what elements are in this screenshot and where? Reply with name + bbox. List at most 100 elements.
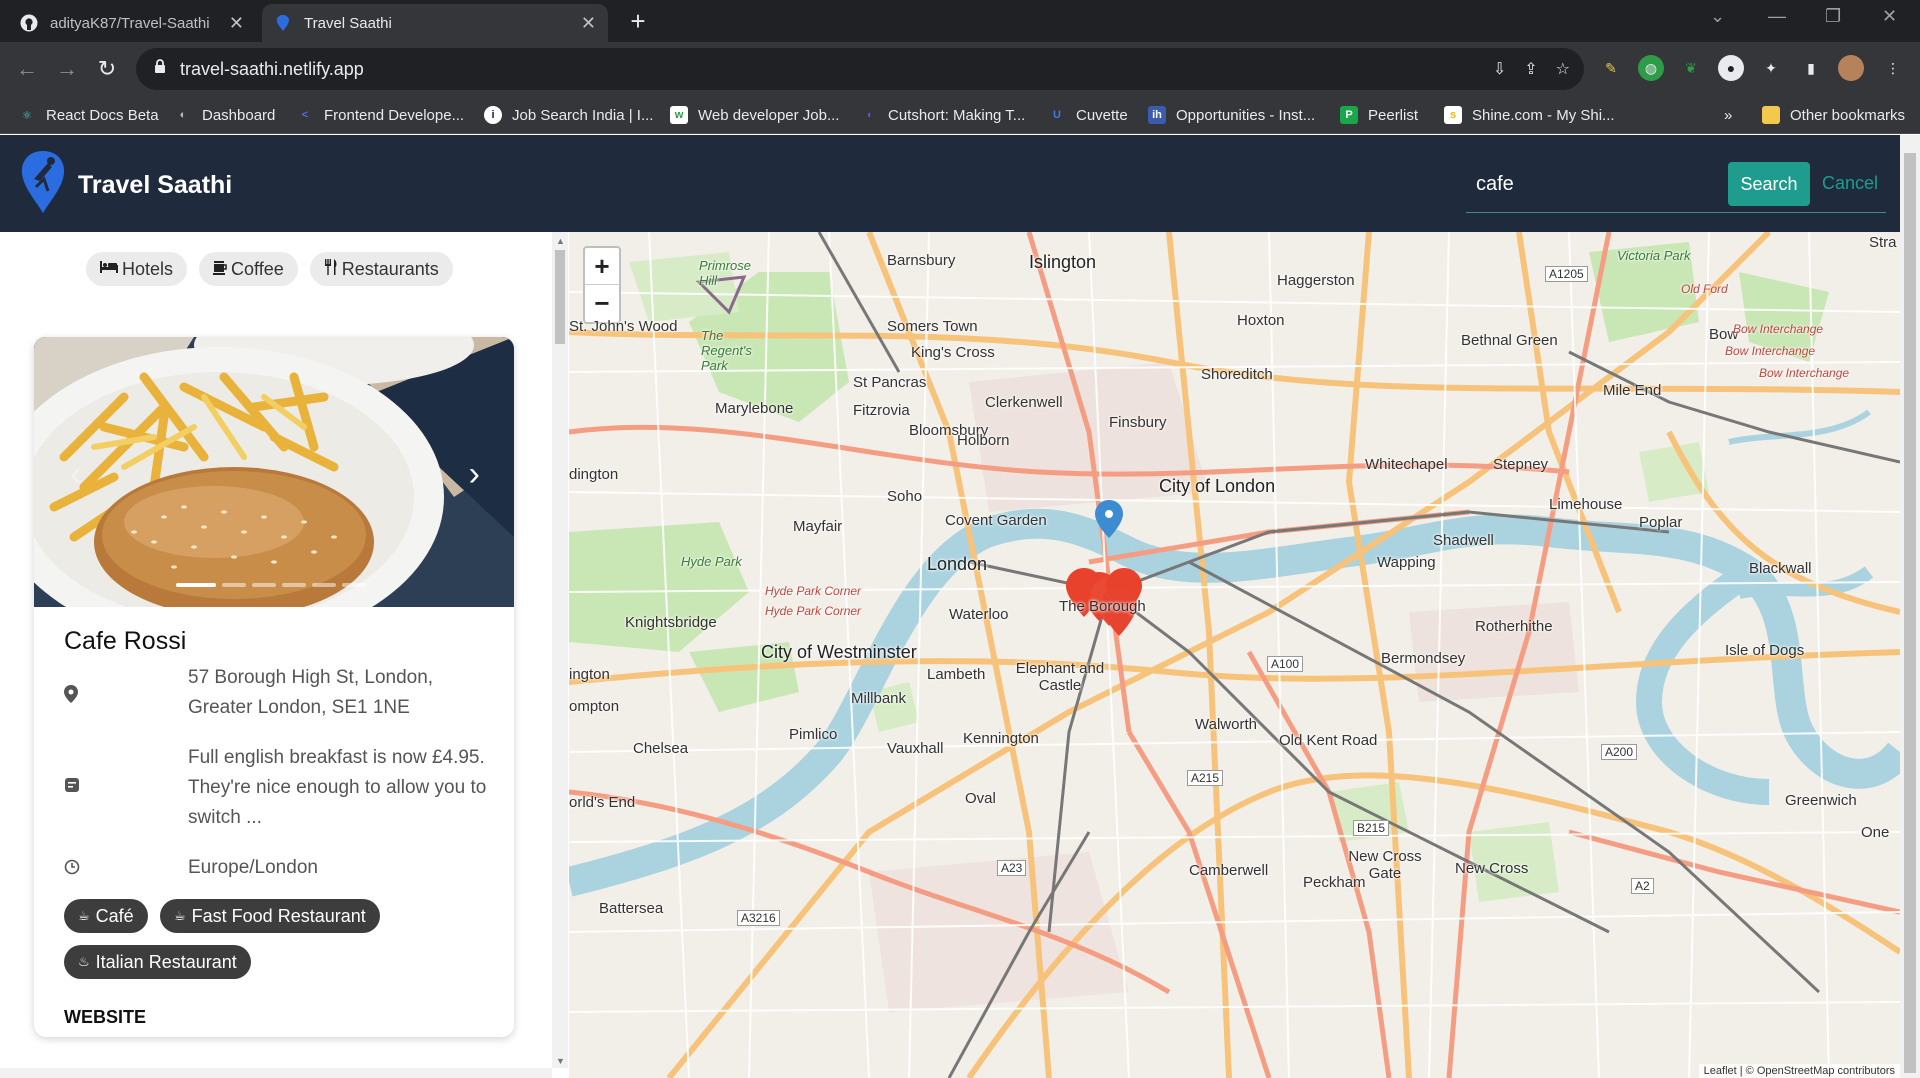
map-label: Lambeth xyxy=(927,666,986,683)
bookmark-item[interactable]: ◐ Dashboard xyxy=(174,102,276,128)
map-view[interactable]: + − Barnsbury Islington Haggerston Primr… xyxy=(569,232,1900,1078)
carousel-dot[interactable] xyxy=(282,583,306,587)
extensions-puzzle-icon[interactable]: ✦ xyxy=(1758,55,1784,81)
restore-icon[interactable]: ❐ xyxy=(1825,6,1841,27)
results-scrollbar[interactable]: ▲ ▼ xyxy=(552,232,568,1068)
road-label: A215 xyxy=(1187,770,1224,786)
back-icon[interactable]: ← xyxy=(12,54,42,84)
scrollbar-thumb[interactable] xyxy=(555,250,565,344)
bookmark-item[interactable]: ih Opportunities - Inst... xyxy=(1148,102,1315,128)
carousel-dot[interactable] xyxy=(342,583,366,587)
other-bookmarks[interactable]: Other bookmarks xyxy=(1762,102,1905,128)
map-label: Millbank xyxy=(851,690,907,707)
install-app-icon[interactable]: ⇩ xyxy=(1493,59,1506,79)
tab-travel-saathi[interactable]: Travel Saathi ✕ xyxy=(262,4,608,42)
bookmark-item[interactable]: ⚛ React Docs Beta xyxy=(18,102,159,128)
cancel-button[interactable]: Cancel xyxy=(1822,173,1878,194)
carousel-dot[interactable] xyxy=(222,583,246,587)
close-tab-icon[interactable]: ✕ xyxy=(581,13,596,34)
profile-avatar[interactable] xyxy=(1838,55,1864,81)
review-row: Full english breakfast is now £4.95. The… xyxy=(64,743,494,835)
map-label: Limehouse xyxy=(1549,496,1623,513)
bookmark-label: Web developer Job... xyxy=(698,106,840,124)
new-tab-button[interactable]: + xyxy=(624,8,652,36)
tag-label: Italian Restaurant xyxy=(95,951,237,972)
bookmark-label: Opportunities - Inst... xyxy=(1176,106,1316,124)
tag-chip[interactable]: ☕ Café xyxy=(64,899,148,933)
chip-hotels[interactable]: Hotels xyxy=(86,252,188,286)
place-photo: ‹ › xyxy=(34,337,514,607)
carousel-indicators xyxy=(176,583,366,587)
zoom-in-button[interactable]: + xyxy=(585,248,619,285)
map-label: Poplar xyxy=(1639,514,1683,531)
leaf-extension-icon[interactable]: ❦ xyxy=(1678,55,1704,81)
map-label: New Cross xyxy=(1455,860,1529,877)
chip-restaurants[interactable]: Restaurants xyxy=(309,252,453,286)
green-extension-icon[interactable]: ◍ xyxy=(1638,55,1664,81)
map-label: Hyde Park Corner xyxy=(765,584,862,598)
map-label: Old Ford xyxy=(1681,282,1728,296)
share-icon[interactable]: ⇪ xyxy=(1524,59,1537,79)
tag-chip[interactable]: ☕ Fast Food Restaurant xyxy=(160,899,380,933)
map-label: Fitzrovia xyxy=(853,402,910,419)
tag-chip[interactable]: ♨ Italian Restaurant xyxy=(64,945,251,979)
browser-tab-bar: adityaK87/Travel-Saathi ✕ Travel Saathi … xyxy=(0,0,1920,42)
timezone-row: Europe/London xyxy=(64,853,494,883)
map-attribution[interactable]: Leaflet | © OpenStreetMap contributors xyxy=(1698,1064,1900,1078)
scrollbar-thumb[interactable] xyxy=(1904,153,1916,1073)
reload-icon[interactable]: ↻ xyxy=(92,54,122,84)
scroll-up-icon[interactable]: ▲ xyxy=(556,236,565,246)
map-label: Primrose Hill xyxy=(699,258,752,288)
search-input[interactable] xyxy=(1476,169,1706,199)
map-label: Mayfair xyxy=(793,518,843,535)
bookmark-label: Job Search India | I... xyxy=(512,106,654,124)
carousel-dot[interactable] xyxy=(252,583,276,587)
tab-search-icon[interactable]: ⌄ xyxy=(1710,6,1725,27)
chip-coffee[interactable]: Coffee xyxy=(199,252,298,286)
bookmark-item[interactable]: i Job Search India | I... xyxy=(484,102,653,128)
bookmark-label: Shine.com - My Shi... xyxy=(1472,106,1615,124)
bookmark-star-icon[interactable]: ☆ xyxy=(1556,59,1570,79)
map-label: Rotherhithe xyxy=(1475,618,1553,635)
carousel-next-icon[interactable]: › xyxy=(469,455,480,494)
zoom-out-button[interactable]: − xyxy=(585,285,619,322)
pen-extension-icon[interactable]: ✎ xyxy=(1598,55,1624,81)
bookmark-item[interactable]: s Shine.com - My Shi... xyxy=(1444,102,1615,128)
horizontal-scrollbar[interactable] xyxy=(0,1068,552,1078)
menu-dots-icon[interactable]: ⋮ xyxy=(1880,55,1906,81)
tab-github[interactable]: adityaK87/Travel-Saathi ✕ xyxy=(8,4,256,42)
bookmark-item[interactable]: < Frontend Develope... xyxy=(296,102,464,128)
carousel-dot[interactable] xyxy=(312,583,336,587)
map-label: Bethnal Green xyxy=(1461,332,1558,349)
place-address: 57 Borough High St, London, Greater Lond… xyxy=(188,667,434,718)
page-scrollbar[interactable] xyxy=(1900,135,1920,1078)
app-header: Travel Saathi Search Cancel xyxy=(0,135,1900,232)
address-bar[interactable]: travel-saathi.netlify.app ⇩ ⇪ ☆ xyxy=(136,48,1584,90)
bookmark-item[interactable]: U Cuvette xyxy=(1048,102,1128,128)
scroll-down-icon[interactable]: ▼ xyxy=(556,1056,565,1066)
map-label: Somers Town xyxy=(887,318,978,335)
bookmarks-overflow-button[interactable]: » xyxy=(1724,102,1732,128)
map-label: Chelsea xyxy=(633,740,689,757)
bookmark-item[interactable]: ◖ Cutshort: Making T... xyxy=(860,102,1026,128)
carousel-prev-icon[interactable]: ‹ xyxy=(70,455,81,494)
map-label: The Borough xyxy=(1059,598,1146,615)
minimize-icon[interactable]: — xyxy=(1768,6,1786,27)
map-label: The Regent's Park xyxy=(701,328,752,373)
close-tab-icon[interactable]: ✕ xyxy=(229,13,244,34)
map-label: Elephant and Castle xyxy=(1015,660,1105,694)
bookmark-item[interactable]: P Peerlist xyxy=(1340,102,1418,128)
map-label: Oval xyxy=(965,790,996,807)
peerlist-icon: P xyxy=(1340,106,1358,124)
map-label: Whitechapel xyxy=(1365,456,1448,473)
circle-extension-icon[interactable]: ● xyxy=(1718,55,1744,81)
side-panel-icon[interactable]: ▮ xyxy=(1798,55,1824,81)
info-icon: i xyxy=(484,106,502,124)
forward-icon[interactable]: → xyxy=(52,54,82,84)
close-window-icon[interactable]: ✕ xyxy=(1882,6,1897,27)
map-label: Mile End xyxy=(1603,382,1662,399)
bookmark-item[interactable]: w Web developer Job... xyxy=(670,102,839,128)
search-button[interactable]: Search xyxy=(1728,162,1810,206)
results-panel: Hotels Coffee Restaurants ‹ › Cafe Rossi… xyxy=(0,232,552,1078)
carousel-dot[interactable] xyxy=(176,583,216,587)
